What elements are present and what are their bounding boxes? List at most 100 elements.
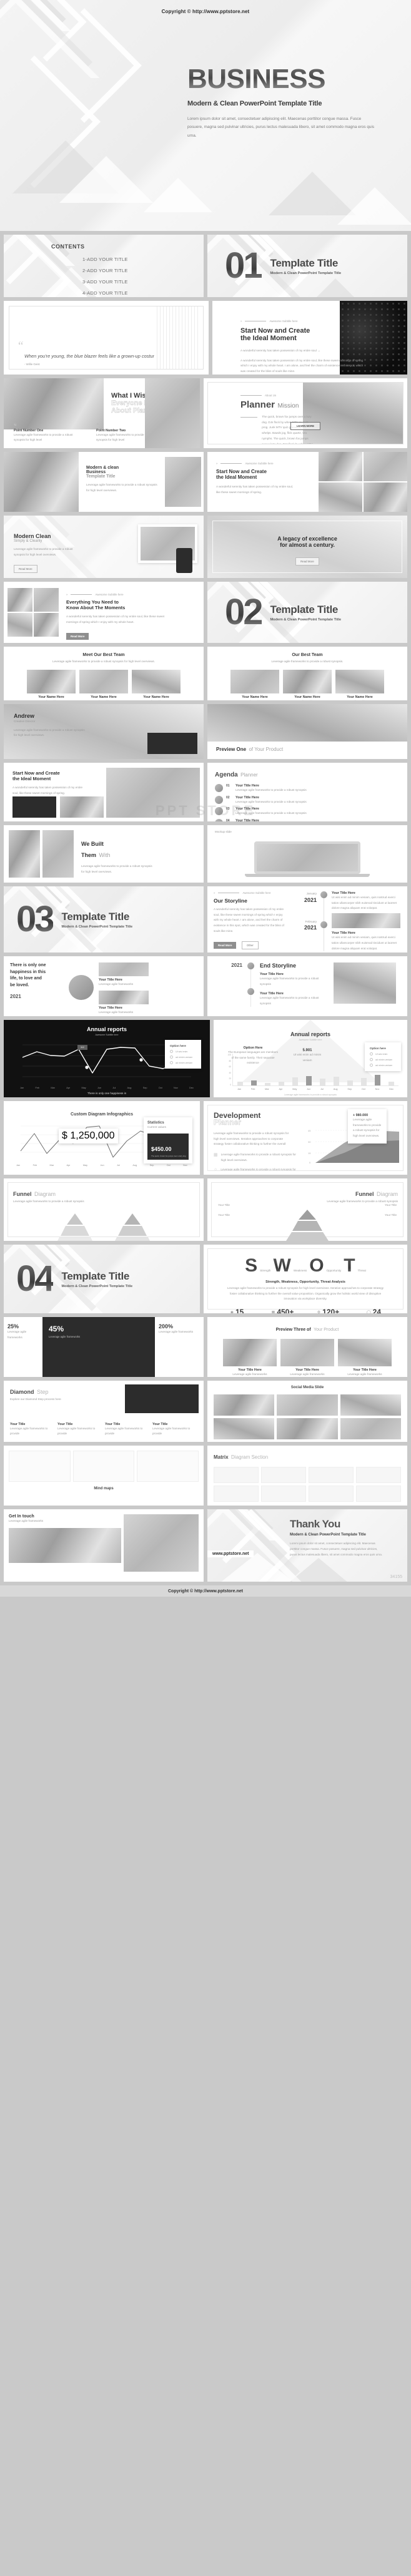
team-member-card[interactable]: Your Name Here Job Position (132, 669, 181, 700)
other-button[interactable]: Other (241, 941, 259, 949)
team-member-card[interactable]: Your Name Here Job Position (283, 669, 332, 700)
y-tick: 40 (229, 1071, 231, 1074)
slide-legacy[interactable]: A legacy of excellence for almost a cent… (207, 516, 407, 578)
social-thumb[interactable] (340, 1418, 401, 1439)
slide-funnel-2[interactable]: Funnel Diagram Leverage agile frameworks… (207, 1178, 407, 1241)
slide-swot[interactable]: S Strength W Weakness O Opportunity T Th… (204, 1245, 407, 1313)
slide-happiness[interactable]: There is only one happiness in this life… (4, 956, 204, 1016)
slide-metrics-dark[interactable]: 25% Leverage agile frameworks 45% Levera… (4, 1317, 204, 1377)
team-member-card[interactable]: Your Name Here Job Position (335, 669, 384, 700)
col-text: Leverage agile frameworks to provide (105, 1426, 143, 1436)
slide-custom-diagram[interactable]: Custom Diagram Infographics Jan Feb Mar … (4, 1101, 200, 1175)
slide-best-team[interactable]: Our Best Team Leverage agile frameworks … (207, 647, 407, 700)
title-bold: Planner (240, 399, 275, 410)
team-member-card[interactable]: Your Name Here Job Position (230, 669, 279, 700)
agenda-row[interactable]: 03 Your Title Here Leverage agile framewo… (215, 807, 400, 816)
office-photo (207, 704, 407, 742)
read-more-button[interactable]: Read More (214, 941, 237, 949)
slide-preview-one[interactable]: Preview One of Your Product (207, 704, 407, 759)
x-tick: Apr (66, 1087, 71, 1089)
statistics-card[interactable]: Statistics Current values $450.00 The qu… (144, 1117, 192, 1163)
slide-agenda[interactable]: Agenda Planner 01 Your Title Here Leverag… (207, 763, 407, 821)
slide-planner-mission[interactable]: About Us Planner Mission The quick, brow… (204, 378, 407, 448)
entry-text: Leverage agile frameworks to provide a r… (260, 977, 319, 986)
slide-end-storyline[interactable]: 2021 End Storyline Your Title Here Lever… (207, 956, 407, 1016)
slide-matrix[interactable]: Matrix Diagram Section (207, 1446, 407, 1506)
slide-contents[interactable]: CONTENTS 1-ADD YOUR TITLE 2-ADD YOUR TIT… (4, 235, 204, 297)
slide-thank-you[interactable]: Thank You Modern & Clean PowerPoint Temp… (207, 1509, 407, 1582)
team-member-card[interactable]: Your Name Here Job Position (27, 669, 76, 700)
slide-get-in-touch[interactable]: Get In touch Leverage agile frameworks (4, 1509, 204, 1582)
slide-social-media[interactable]: Social Media Slide (207, 1381, 407, 1442)
metric-label: Leverage agile frameworks (49, 1335, 81, 1338)
eyebrow-label: Awesome Subtitle here (242, 891, 271, 894)
title-line3: Template Title (86, 474, 116, 479)
diamond-photo (125, 1384, 199, 1413)
slide-mind-maps[interactable]: Mind maps (4, 1446, 204, 1506)
contents-item[interactable]: 4-ADD YOUR TITLE (82, 290, 194, 296)
slide-everything[interactable]: » Awesome Subtitle here Everything You Ne… (4, 582, 204, 643)
title-line2: the Ideal Moment (216, 474, 257, 480)
slide-start-now-3[interactable]: Start Now and Create the Ideal Moment A … (4, 763, 204, 821)
slide-development-planner[interactable]: Development Planner Leverage agile frame… (204, 1101, 407, 1175)
slide-preview-three[interactable]: Preview Three of Your Product Your Title… (207, 1317, 407, 1377)
preview-card[interactable]: Your Title Here Leverage agile framework… (223, 1339, 277, 1377)
slide-start-now[interactable]: » Awesome Subtitle here Start Now and Cr… (212, 301, 407, 375)
team-member-card[interactable]: Your Name Here Job Position (79, 669, 128, 700)
slide-quote[interactable]: “ When you're young, the blue blazer fee… (4, 301, 209, 375)
funnel-subtitle: Leverage agile frameworks to provide a r… (13, 1200, 84, 1203)
agenda-row[interactable]: 02 Your Title Here Leverage agile framewo… (215, 795, 400, 805)
learn-more-button[interactable]: LEARN MORE (290, 422, 321, 430)
triangle-shape (337, 187, 411, 225)
contact-photo (9, 1527, 121, 1563)
slide-we-built[interactable]: We Built Them With Leverage agile framew… (4, 825, 204, 883)
x-tick: Oct (158, 1087, 162, 1089)
x-tick: Feb (35, 1087, 39, 1089)
slide-annual-reports-light[interactable]: Annual reports Awesome Subtitle here Opt… (214, 1020, 407, 1097)
read-more-button[interactable]: Read More (66, 633, 89, 640)
slide-meet-team[interactable]: Meet Our Best Team Leverage agile framew… (4, 647, 204, 700)
slide-annual-reports-dark[interactable]: Annual reports Awesome Subtitle here Jan… (4, 1020, 210, 1097)
chart-callout[interactable]: Option here Ut wisi enim ad minim veniam… (165, 1040, 201, 1069)
slide-start-now-2[interactable]: » Awesome Subtitle here Start Now and Cre… (207, 452, 407, 512)
grid-photo (364, 452, 407, 481)
agenda-row[interactable]: 01 Your Title Here Leverage agile framewo… (215, 784, 400, 793)
swot-letter: O (309, 1255, 328, 1276)
slide-mockup[interactable]: Mockup slide (207, 825, 407, 883)
slide-section-02[interactable]: 02 Template Title Modern & Clean PowerPo… (207, 582, 407, 643)
contents-item[interactable]: 1-ADD YOUR TITLE (82, 257, 194, 262)
contents-item[interactable]: 3-ADD YOUR TITLE (82, 279, 194, 285)
chart-callout[interactable]: Option here Ut wisi enim ad minim veniam… (365, 1042, 401, 1071)
social-thumb[interactable] (277, 1394, 338, 1416)
read-more-button[interactable]: Read More (295, 557, 319, 566)
social-thumb[interactable] (214, 1418, 275, 1439)
social-thumb[interactable] (277, 1418, 338, 1439)
slide-section-03[interactable]: 03 Template Title Modern & Clean PowerPo… (4, 886, 204, 953)
slide-andrew[interactable]: Andrew Creative Director Leverage agile … (4, 704, 204, 759)
site-url[interactable]: www.pptstore.net (207, 1550, 254, 1557)
person-name: Andrew (14, 713, 35, 719)
slide-funnel-1[interactable]: Funnel Diagram Leverage agile frameworks… (4, 1178, 204, 1241)
contents-item[interactable]: 2-ADD YOUR TITLE (82, 268, 194, 273)
x-tick: Jun (307, 1088, 311, 1090)
slide-modern-clean-business[interactable]: Modern & clean Business Template Title L… (4, 452, 204, 512)
eyebrow-label: Awesome Subtitle here (245, 462, 274, 465)
slide-modern-clean-simply[interactable]: Modern Clean Simply & Cleanly Leverage a… (4, 516, 204, 578)
read-more-button[interactable]: Read More (14, 565, 37, 574)
slide-section-01[interactable]: 01 Template Title Modern & Clean PowerPo… (207, 235, 407, 297)
contents-heading: CONTENTS (51, 243, 85, 250)
x-tick: Nov (375, 1088, 380, 1090)
slide-what-i-wish[interactable]: What I Wish Everyone Knew About Planner … (4, 378, 200, 448)
preview-title: Preview Three of (275, 1328, 311, 1332)
slide-section-04[interactable]: 04 Template Title Modern & Clean PowerPo… (4, 1245, 200, 1313)
mind-map-box (137, 1451, 199, 1482)
chart-callout[interactable]: + 980.000 Leverage agile frameworks to p… (348, 1109, 387, 1144)
preview-card[interactable]: Your Title Here Leverage agile framework… (338, 1339, 392, 1377)
social-thumb[interactable] (340, 1394, 401, 1416)
preview-card[interactable]: Your Title Here Leverage agile framework… (280, 1339, 334, 1377)
agenda-row[interactable]: 04 Your Title HereLeverage agile framewo… (215, 819, 400, 821)
social-thumb[interactable] (214, 1394, 275, 1416)
slide-diamond-step[interactable]: Diamond Step Explore our Diamond Step pr… (4, 1381, 204, 1442)
slide-storyline[interactable]: » Awesome Subtitle here Our Storyline A w… (207, 886, 407, 953)
chart-title: Annual reports (290, 1031, 330, 1037)
